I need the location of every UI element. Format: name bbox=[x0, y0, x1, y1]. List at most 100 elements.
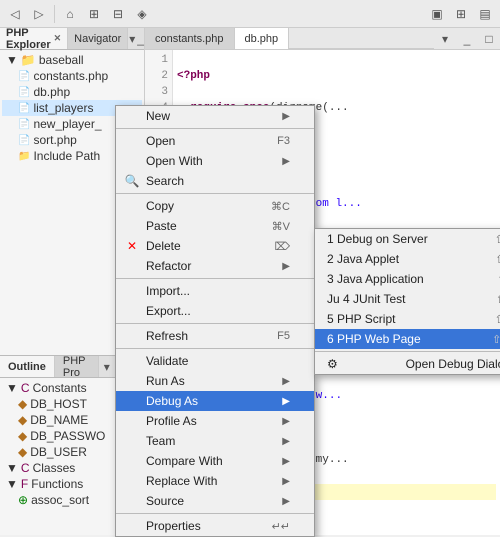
debug-submenu: 1 Debug on Server ⇧⌃R 2 Java Applet ⇧⌃A … bbox=[314, 228, 500, 375]
menu-item-profile-as[interactable]: Profile As ▶ bbox=[116, 411, 314, 431]
editor-tab-constants[interactable]: constants.php bbox=[145, 28, 235, 49]
tab-php-explorer[interactable]: PHP Explorer ✕ bbox=[0, 28, 68, 49]
submenu-label: 5 PHP Script bbox=[327, 312, 395, 326]
menu-item-source[interactable]: Source ▶ bbox=[116, 491, 314, 511]
submenu-arrow-icon: ▶ bbox=[282, 261, 290, 272]
folder-icon: 📁 bbox=[21, 53, 36, 67]
menu-sep-1 bbox=[116, 128, 314, 129]
submenu-shortcut: ⇧⌃A bbox=[495, 253, 500, 266]
tab-php-pro-label: PHP Pro bbox=[63, 355, 90, 379]
menu-label: Search bbox=[146, 174, 184, 188]
tab-outline[interactable]: Outline bbox=[0, 356, 55, 377]
menu-label: Export... bbox=[146, 304, 191, 318]
menu-item-refactor[interactable]: Refactor ▶ bbox=[116, 256, 314, 276]
menu-item-run-as[interactable]: Run As ▶ bbox=[116, 371, 314, 391]
menu-label: Refactor bbox=[146, 259, 191, 273]
panel-tabs: PHP Explorer ✕ Navigator ▾ _ □ bbox=[0, 28, 144, 50]
submenu-arrow-icon: ▶ bbox=[282, 476, 290, 487]
panel-min-btn[interactable]: _ bbox=[136, 28, 145, 50]
submenu-label: Open Debug Dialog... bbox=[406, 357, 500, 371]
tab-php-pro[interactable]: PHP Pro bbox=[55, 356, 99, 377]
folder-icon: 📁 bbox=[18, 151, 30, 162]
menu-item-paste[interactable]: Paste ⌘V bbox=[116, 216, 314, 236]
outline-label: Classes bbox=[33, 461, 76, 475]
submenu-item-php-web[interactable]: 6 PHP Web Page ⇧⌃W bbox=[315, 329, 500, 349]
tree-item-root[interactable]: ▼ 📁 baseball bbox=[2, 52, 142, 68]
menu-sep-6 bbox=[116, 513, 314, 514]
menu-label: Team bbox=[146, 434, 175, 448]
editor-max-btn[interactable]: □ bbox=[478, 28, 500, 50]
fn-icon: F bbox=[21, 477, 28, 491]
fn-item-icon: ⊕ bbox=[18, 493, 28, 507]
submenu-arrow-icon: ▶ bbox=[282, 396, 290, 407]
arrow-icon: ▼ bbox=[6, 381, 18, 395]
code-line: <?php bbox=[177, 68, 496, 84]
toolbar-sep-1 bbox=[54, 5, 55, 23]
toolbar-btn-9[interactable]: ▤ bbox=[474, 3, 496, 25]
tab-close-icon[interactable]: ✕ bbox=[54, 33, 62, 44]
submenu-label: Ju 4 JUnit Test bbox=[327, 292, 405, 306]
menu-label: Properties bbox=[146, 519, 201, 533]
menu-label: Validate bbox=[146, 354, 188, 368]
editor-tab-db[interactable]: db.php bbox=[235, 28, 290, 49]
menu-item-validate[interactable]: Validate bbox=[116, 351, 314, 371]
toolbar-btn-7[interactable]: ▣ bbox=[426, 3, 448, 25]
toolbar-btn-5[interactable]: ⊟ bbox=[107, 3, 129, 25]
editor-menu-btn[interactable]: ▾ bbox=[434, 28, 456, 50]
menu-label: Paste bbox=[146, 219, 177, 233]
submenu-item-open-debug[interactable]: ⚙ Open Debug Dialog... bbox=[315, 354, 500, 374]
menu-item-search[interactable]: 🔍 Search bbox=[116, 171, 314, 191]
tab-outline-label: Outline bbox=[8, 361, 46, 373]
outline-label: DB_HOST bbox=[30, 397, 87, 411]
menu-item-import[interactable]: Import... bbox=[116, 281, 314, 301]
menu-item-replace-with[interactable]: Replace With ▶ bbox=[116, 471, 314, 491]
submenu-item-php-script[interactable]: 5 PHP Script ⇧⌃H bbox=[315, 309, 500, 329]
file-icon: 📄 bbox=[18, 135, 30, 146]
menu-item-properties[interactable]: Properties ↵↵ bbox=[116, 516, 314, 536]
bottom-menu-btn[interactable]: ▾ bbox=[99, 356, 114, 378]
editor-min-btn[interactable]: _ bbox=[456, 28, 478, 50]
menu-item-compare-with[interactable]: Compare With ▶ bbox=[116, 451, 314, 471]
menu-item-refresh[interactable]: Refresh F5 bbox=[116, 326, 314, 346]
editor-tab-label: db.php bbox=[245, 33, 279, 45]
menu-item-copy[interactable]: Copy ⌘C bbox=[116, 196, 314, 216]
outline-label: assoc_sort bbox=[31, 493, 89, 507]
menu-item-new[interactable]: New ▶ bbox=[116, 106, 314, 126]
editor-tabs: constants.php db.php ▾ _ □ bbox=[145, 28, 500, 50]
menu-item-open-with[interactable]: Open With ▶ bbox=[116, 151, 314, 171]
toolbar: ◁ ▷ ⌂ ⊞ ⊟ ◈ ▣ ⊞ ▤ bbox=[0, 0, 500, 28]
tree-item-label: Include Path bbox=[33, 149, 100, 163]
toolbar-btn-6[interactable]: ◈ bbox=[131, 3, 153, 25]
menu-item-export[interactable]: Export... bbox=[116, 301, 314, 321]
menu-item-open[interactable]: Open F3 bbox=[116, 131, 314, 151]
menu-shortcut: ⌘C bbox=[271, 200, 290, 213]
menu-label: Copy bbox=[146, 199, 174, 213]
panel-menu-btn[interactable]: ▾ bbox=[128, 28, 136, 50]
outline-label: DB_NAME bbox=[30, 413, 88, 427]
menu-shortcut: ⌦ bbox=[274, 240, 290, 253]
const-icon: ◆ bbox=[18, 445, 27, 459]
toolbar-btn-8[interactable]: ⊞ bbox=[450, 3, 472, 25]
submenu-item-java-app[interactable]: 3 Java Application ⇧⌃J bbox=[315, 269, 500, 289]
folder-arrow-icon: ▼ bbox=[6, 53, 18, 67]
toolbar-btn-3[interactable]: ⌂ bbox=[59, 3, 81, 25]
search-icon: 🔍 bbox=[124, 174, 140, 188]
file-icon: 📄 bbox=[18, 87, 30, 98]
submenu-label: 2 Java Applet bbox=[327, 252, 399, 266]
submenu-item-debug-server[interactable]: 1 Debug on Server ⇧⌃R bbox=[315, 229, 500, 249]
toolbar-btn-1[interactable]: ◁ bbox=[4, 3, 26, 25]
submenu-item-junit[interactable]: Ju 4 JUnit Test ⇧⌃T bbox=[315, 289, 500, 309]
menu-shortcut: F5 bbox=[277, 330, 290, 342]
toolbar-btn-2[interactable]: ▷ bbox=[28, 3, 50, 25]
tree-item-db[interactable]: 📄 db.php bbox=[2, 84, 142, 100]
toolbar-btn-4[interactable]: ⊞ bbox=[83, 3, 105, 25]
tree-item-constants[interactable]: 📄 constants.php bbox=[2, 68, 142, 84]
menu-shortcut: ⌘V bbox=[272, 220, 290, 233]
menu-item-team[interactable]: Team ▶ bbox=[116, 431, 314, 451]
submenu-label: 6 PHP Web Page bbox=[327, 332, 421, 346]
tab-navigator[interactable]: Navigator bbox=[68, 28, 128, 49]
menu-item-debug-as[interactable]: Debug As ▶ bbox=[116, 391, 314, 411]
submenu-item-java-applet[interactable]: 2 Java Applet ⇧⌃A bbox=[315, 249, 500, 269]
menu-item-delete[interactable]: ✕ Delete ⌦ bbox=[116, 236, 314, 256]
submenu-shortcut: ⇧⌃W bbox=[492, 333, 500, 346]
